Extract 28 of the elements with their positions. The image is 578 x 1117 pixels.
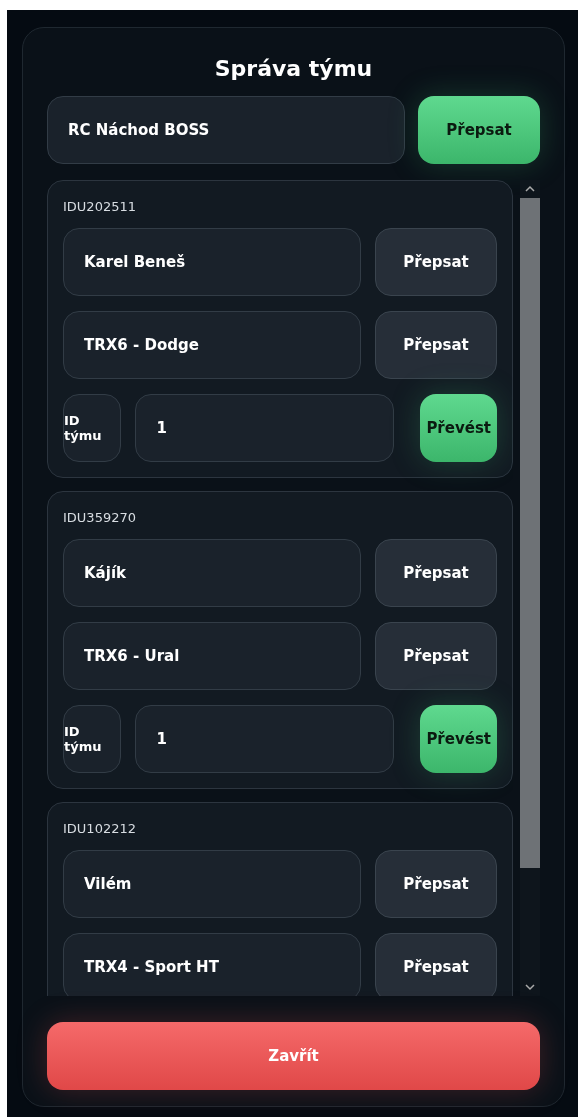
scroll-up-icon[interactable] xyxy=(524,184,536,194)
transfer-button[interactable]: Převést xyxy=(420,394,497,462)
transfer-button[interactable]: Převést xyxy=(420,705,497,773)
team-id-field[interactable]: 1 xyxy=(135,394,395,462)
rewrite-button[interactable]: Přepsat xyxy=(375,622,497,690)
scrollbar[interactable] xyxy=(520,180,540,996)
text-field[interactable]: TRX4 - Sport HT xyxy=(63,933,361,996)
team-id-field[interactable]: 1 xyxy=(135,705,395,773)
team-name-field[interactable]: RC Náchod BOSS xyxy=(47,96,405,164)
rewrite-button[interactable]: Přepsat xyxy=(375,539,497,607)
rewrite-button[interactable]: Přepsat xyxy=(375,228,497,296)
member-id: IDU359270 xyxy=(63,510,137,525)
member-id: IDU102212 xyxy=(63,821,137,836)
team-id-label: ID týmu xyxy=(63,705,122,773)
rewrite-button[interactable]: Přepsat xyxy=(418,96,540,164)
text-field[interactable]: TRX6 - Dodge xyxy=(63,311,361,379)
dialog-title: Správa týmu xyxy=(213,56,374,82)
scrollbar-thumb[interactable] xyxy=(520,198,540,868)
text-field[interactable]: Vilém xyxy=(63,850,361,918)
scroll-down-icon[interactable] xyxy=(524,982,536,992)
team-id-label: ID týmu xyxy=(63,394,122,462)
text-field[interactable]: TRX6 - Ural xyxy=(63,622,361,690)
member-id: IDU202511 xyxy=(63,199,137,214)
rewrite-button[interactable]: Přepsat xyxy=(375,933,497,996)
rewrite-button[interactable]: Přepsat xyxy=(375,311,497,379)
rewrite-button[interactable]: Přepsat xyxy=(375,850,497,918)
text-field[interactable]: Karel Beneš xyxy=(63,228,361,296)
text-field[interactable]: Kájík xyxy=(63,539,361,607)
